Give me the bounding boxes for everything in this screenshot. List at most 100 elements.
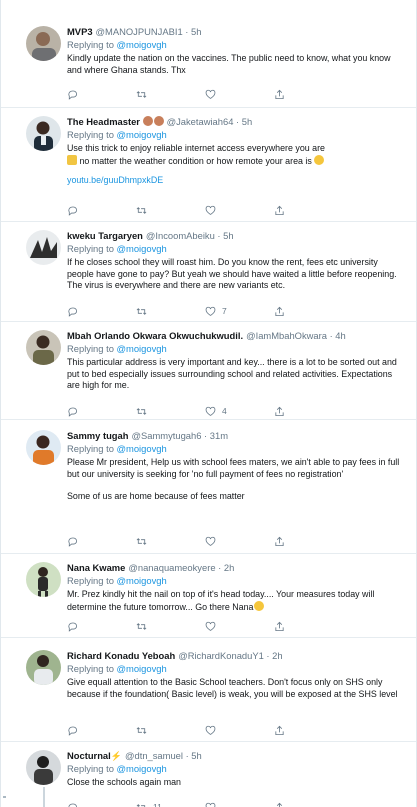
- tweet-text: Mr. Prez kindly hit the nail on top of i…: [67, 589, 375, 612]
- avatar[interactable]: [26, 430, 61, 465]
- reply-button[interactable]: [67, 404, 84, 418]
- tweet[interactable]: The Headmaster @Jaketawiah64 · 5h Replyi…: [1, 108, 416, 222]
- share-button[interactable]: [274, 800, 285, 807]
- retweet-button[interactable]: 11: [136, 800, 162, 807]
- reply-button[interactable]: [67, 304, 84, 318]
- share-button[interactable]: [274, 723, 285, 737]
- avatar[interactable]: [26, 650, 61, 685]
- share-button[interactable]: [274, 203, 285, 217]
- retweet-button[interactable]: [136, 87, 153, 101]
- like-button[interactable]: [205, 534, 222, 548]
- retweet-button[interactable]: [136, 304, 153, 318]
- thread-line: [43, 787, 45, 807]
- tweet[interactable]: Sammy tugah @Sammytugah6 · 31m Replying t…: [1, 420, 416, 554]
- reply-icon: [67, 306, 78, 317]
- retweet-icon: [136, 725, 147, 736]
- author-name[interactable]: Sammy tugah: [67, 430, 128, 441]
- like-button[interactable]: [205, 723, 222, 737]
- author-handle[interactable]: @Sammytugah6 · 31m: [131, 430, 228, 441]
- share-button[interactable]: [274, 87, 285, 101]
- like-button[interactable]: 7: [205, 304, 227, 318]
- mention-link[interactable]: @moigovgh: [117, 39, 167, 50]
- tweet[interactable]: Nocturnal⚡ @dtn_samuel · 5h Replying to @…: [1, 742, 416, 807]
- tweet[interactable]: kweku Targaryen @IncoomAbeiku · 5h Replyi…: [1, 222, 416, 322]
- avatar[interactable]: [26, 116, 61, 151]
- like-count: 7: [222, 306, 227, 316]
- tweet-text: This particular address is very importan…: [67, 357, 397, 390]
- author-handle[interactable]: @nanaquameokyere · 2h: [128, 562, 234, 573]
- author-handle[interactable]: @RichardKonaduY1 · 2h: [178, 650, 282, 661]
- reply-icon: [67, 536, 78, 547]
- retweet-count: 11: [153, 802, 162, 807]
- reply-button[interactable]: [67, 534, 84, 548]
- reply-button[interactable]: [67, 619, 84, 633]
- tweet-actions: [67, 203, 367, 217]
- avatar[interactable]: [26, 230, 61, 265]
- author-name[interactable]: Mbah Orlando Okwara Okwuchukwudil.: [67, 330, 243, 341]
- heart-icon: [205, 802, 216, 807]
- share-button[interactable]: [274, 619, 285, 633]
- reply-button[interactable]: [67, 203, 84, 217]
- retweet-button[interactable]: [136, 203, 153, 217]
- author-handle[interactable]: @dtn_samuel · 5h: [125, 750, 202, 761]
- avatar[interactable]: [26, 562, 61, 597]
- author-name[interactable]: The Headmaster: [67, 116, 140, 127]
- retweet-button[interactable]: [136, 404, 153, 418]
- share-icon: [274, 89, 285, 100]
- reply-icon: [67, 89, 78, 100]
- tweet-actions: 7: [67, 304, 367, 318]
- mention-link[interactable]: @moigovgh: [117, 129, 167, 140]
- tweet-text: Close the schools again man: [67, 777, 181, 787]
- reply-button[interactable]: [67, 800, 84, 807]
- mention-link[interactable]: @moigovgh: [117, 763, 167, 774]
- author-name[interactable]: kweku Targaryen: [67, 230, 143, 241]
- tweet-text: Use this trick to enjoy reliable interne…: [67, 143, 325, 166]
- tweet[interactable]: MVP3 @MANOJPUNJABI1 · 5h Replying to @moi…: [1, 0, 416, 108]
- author-name[interactable]: Nana Kwame: [67, 562, 125, 573]
- tweet[interactable]: Nana Kwame @nanaquameokyere · 2h Replying…: [1, 554, 416, 638]
- like-button[interactable]: 4: [205, 404, 227, 418]
- reply-button[interactable]: [67, 723, 84, 737]
- share-button[interactable]: [274, 534, 285, 548]
- tweet[interactable]: Mbah Orlando Okwara Okwuchukwudil. @IamMb…: [1, 322, 416, 420]
- like-button[interactable]: [205, 800, 222, 807]
- tweet-actions: [67, 723, 367, 737]
- share-icon: [274, 536, 285, 547]
- share-button[interactable]: [274, 304, 285, 318]
- mention-link[interactable]: @moigovgh: [117, 663, 167, 674]
- retweet-icon: [136, 802, 147, 807]
- like-button[interactable]: [205, 203, 222, 217]
- like-button[interactable]: [205, 87, 222, 101]
- mention-link[interactable]: @moigovgh: [117, 243, 167, 254]
- share-button[interactable]: [274, 404, 285, 418]
- author-name[interactable]: Richard Konadu Yeboah: [67, 650, 175, 661]
- emoji-icon: [153, 116, 164, 126]
- author-name[interactable]: Nocturnal: [67, 750, 111, 761]
- reply-button[interactable]: [67, 87, 84, 101]
- retweet-icon: [136, 406, 147, 417]
- avatar[interactable]: [26, 26, 61, 61]
- mention-link[interactable]: @moigovgh: [117, 443, 167, 454]
- like-count: 4: [222, 406, 227, 416]
- retweet-button[interactable]: [136, 534, 153, 548]
- replying-to: Replying to @moigovgh: [67, 763, 167, 774]
- retweet-icon: [136, 536, 147, 547]
- author-handle[interactable]: @IncoomAbeiku · 5h: [146, 230, 234, 241]
- author-handle[interactable]: @IamMbahOkwara · 4h: [246, 330, 346, 341]
- author-name[interactable]: MVP3: [67, 26, 93, 37]
- author-handle[interactable]: @MANOJPUNJABI1 · 5h: [96, 26, 202, 37]
- heart-icon: [205, 406, 216, 417]
- tweet-link[interactable]: youtu.be/guuDhmpxkDE: [67, 175, 406, 187]
- like-button[interactable]: [205, 619, 222, 633]
- retweet-icon: [136, 306, 147, 317]
- avatar[interactable]: [26, 750, 61, 785]
- tweet-actions: 11: [67, 800, 367, 807]
- tweet[interactable]: Richard Konadu Yeboah @RichardKonaduY1 · …: [1, 638, 416, 742]
- lightning-icon: ⚡: [110, 751, 122, 761]
- mention-link[interactable]: @moigovgh: [117, 343, 167, 354]
- author-handle[interactable]: @Jaketawiah64 · 5h: [167, 116, 253, 127]
- retweet-button[interactable]: [136, 723, 153, 737]
- avatar[interactable]: [26, 330, 61, 365]
- retweet-button[interactable]: [136, 619, 153, 633]
- mention-link[interactable]: @moigovgh: [117, 575, 167, 586]
